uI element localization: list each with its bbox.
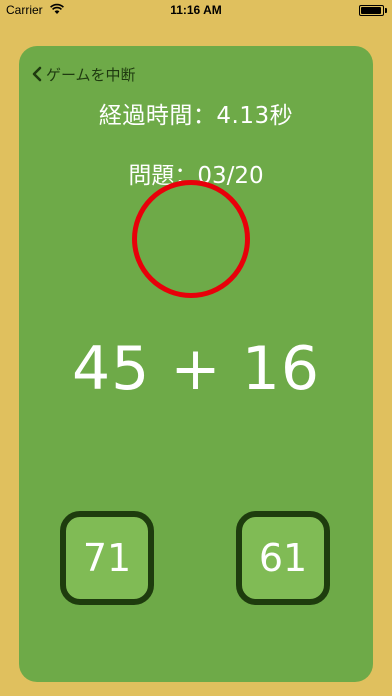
status-time: 11:16 AM (170, 3, 222, 17)
math-problem: 45 + 16 (71, 334, 321, 404)
quit-game-label: ゲームを中断 (46, 65, 136, 84)
quit-game-button[interactable]: ゲームを中断 (31, 62, 136, 86)
game-card: ゲームを中断 経過時間：4.13秒 問題：03/20 45 + 16 71 61 (19, 46, 373, 682)
battery-icon (359, 5, 384, 16)
battery-level (361, 7, 381, 14)
answer-label: 71 (82, 536, 132, 580)
status-bar: Carrier 11:16 AM (0, 0, 392, 20)
battery-tip (385, 8, 387, 13)
chevron-left-icon (32, 66, 42, 82)
answer-button-2[interactable]: 61 (236, 511, 330, 605)
feedback-circle-icon (132, 180, 250, 298)
answer-label: 61 (258, 536, 308, 580)
elapsed-time: 経過時間：4.13秒 (98, 103, 294, 129)
answer-button-1[interactable]: 71 (60, 511, 154, 605)
